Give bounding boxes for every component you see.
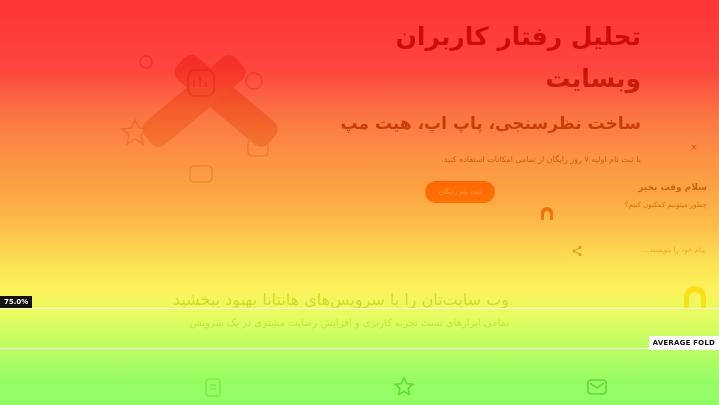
chat-greeting-sub: چطور میتونیم کمکتون کنیم؟ [624,201,707,209]
star-icon [393,376,415,397]
average-fold-label: AVERAGE FOLD [648,336,719,350]
average-fold-line [0,348,719,349]
chat-close-button[interactable]: × [686,140,702,156]
features-description: تمامی ابزارهای تست تجربه کاربری و افزایش… [189,318,509,329]
heatmap-overlay [0,0,719,405]
signup-button[interactable]: ثبت نام رایگان [425,181,495,203]
hero-subtitle: ساخت نظرسنجی، پاپ اپ، هیت مپ [340,114,642,134]
chat-message-input[interactable]: پیام خود را بنویسید... [565,240,713,264]
mail-icon [587,379,607,395]
features-title: وب سایت‌تان را با سرویس‌های هانتانا بهبو… [172,290,509,309]
hero-illustration [120,54,278,183]
chat-input-placeholder: پیام خود را بنویسید... [643,246,705,254]
heatmap-page: تحلیل رفتار کاربران وبسایت ساخت نظرسنجی،… [0,0,719,405]
hero-title-line2: وبسایت [545,64,641,93]
scroll-depth-line [0,308,719,309]
share-icon[interactable] [571,245,583,257]
hero-title-line1: تحلیل رفتار کاربران [395,22,641,51]
chat-logo-icon [541,207,553,220]
hero-description: با ثبت نام اولیه ۷ روز رایگان از تمامی ا… [441,155,641,164]
document-icon [205,378,221,397]
scroll-depth-label: 75.0% [0,296,33,308]
chat-greeting: سلام وقت بخیر [638,183,707,193]
